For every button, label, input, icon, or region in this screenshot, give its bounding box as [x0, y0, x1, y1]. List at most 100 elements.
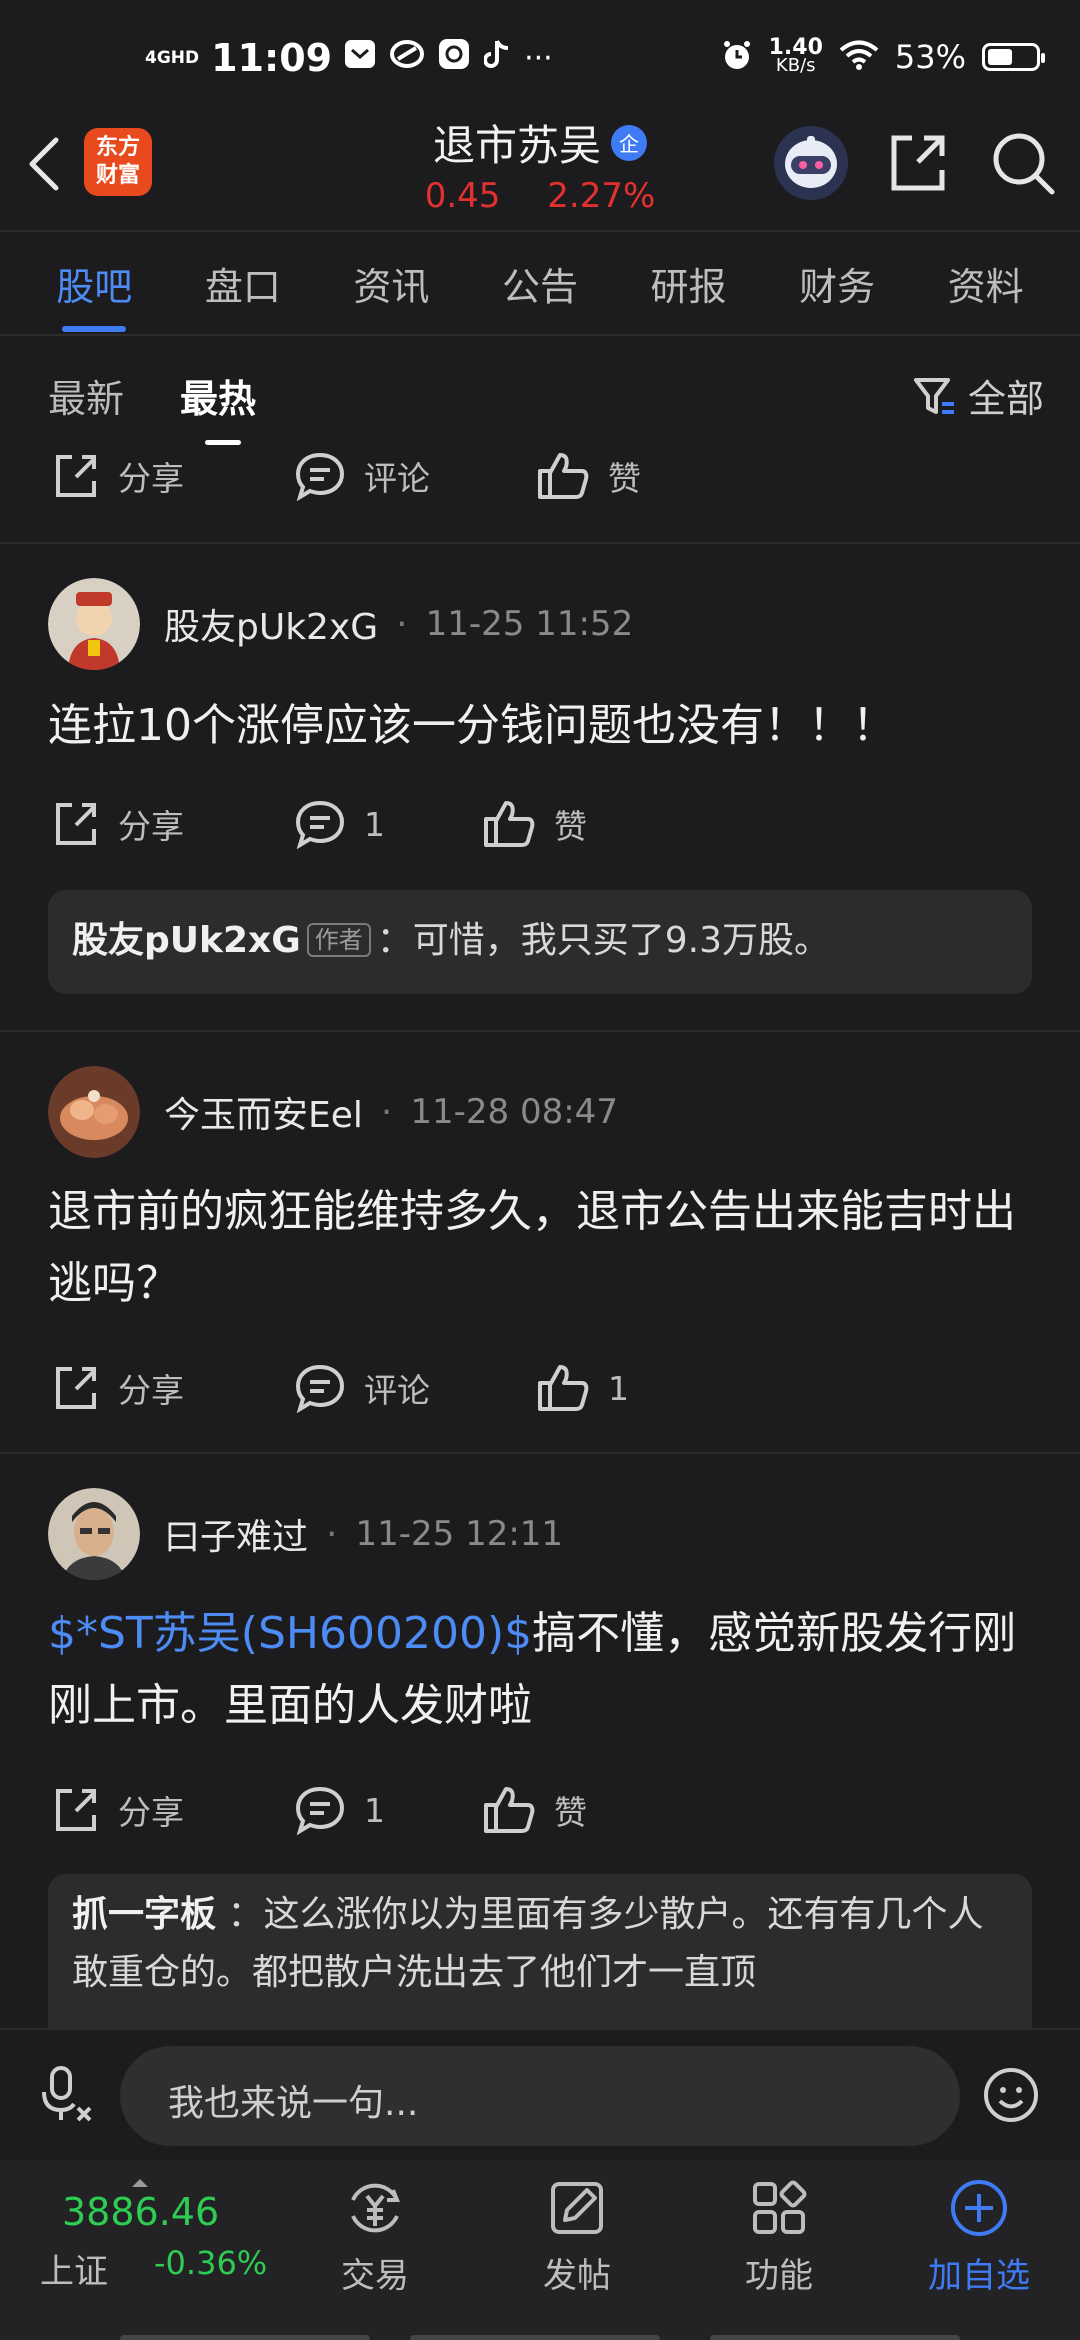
trade-icon	[351, 2183, 400, 2233]
nav-post[interactable]: 发帖	[512, 2176, 642, 2297]
reply-author[interactable]: 股友pUk2xG	[72, 920, 301, 961]
stock-change: 2.27%	[547, 176, 656, 216]
battery-level	[988, 49, 1012, 65]
stock-price: 0.45	[424, 176, 501, 216]
nav-trade[interactable]: 交易	[310, 2176, 440, 2297]
post-time: 11-25 12:11	[355, 1514, 564, 1554]
thumbs-up-icon	[484, 801, 535, 847]
grid-icon	[753, 2180, 807, 2234]
stock-link[interactable]: $*ST苏吴(SH600200)$	[48, 1608, 532, 1659]
status-time: 11:09	[211, 36, 333, 80]
filter-button[interactable]: 全部	[912, 368, 1044, 423]
status-right: 1.40 KB/s 53%	[721, 35, 1045, 76]
post-content[interactable]: 连拉10个涨停应该一分钱问题也没有！！！	[48, 690, 1038, 762]
reply-text: ：可惜，我只买了9.3万股。	[376, 920, 831, 961]
post[interactable]: 曰子难过 · 11-25 12:11	[48, 1488, 563, 1580]
post-author-name[interactable]: 今玉而安Eel	[164, 1086, 363, 1138]
share-action[interactable]: 分享	[50, 799, 184, 849]
like-action[interactable]: 赞	[482, 799, 587, 849]
avatar[interactable]	[48, 1066, 140, 1158]
reply-preview[interactable]: 抓一字板 ：这么涨你以为里面有多少散户。还有有几个人敢重仓的。都把散户洗出去了他…	[48, 1874, 1032, 2030]
sort-latest[interactable]: 最新	[48, 368, 124, 423]
tiktok-icon	[483, 39, 510, 77]
tab-announcements[interactable]: 公告	[502, 250, 578, 330]
like-action[interactable]: 赞	[482, 1785, 587, 1835]
reply-preview[interactable]: 股友pUk2xG 作者 ：可惜，我只买了9.3万股。	[48, 890, 1032, 994]
filter-icon	[913, 377, 954, 414]
comment-icon	[295, 800, 345, 849]
nav-functions[interactable]: 功能	[714, 2176, 844, 2297]
message-icon	[344, 39, 376, 77]
app-notification-icon	[390, 39, 425, 77]
avatar[interactable]	[48, 1488, 140, 1580]
post-content[interactable]: $*ST苏吴(SH600200)$搞不懂，感觉新股发行刚刚上市。里面的人发财啦	[48, 1598, 1038, 1742]
voice-icon	[42, 2066, 92, 2122]
like-action[interactable]: 赞	[536, 451, 641, 501]
comment-input[interactable]: 我也来说一句...	[120, 2046, 960, 2146]
stock-tabs: 股吧 盘口 资讯 公告 研报 财务 资料	[0, 250, 1080, 332]
avatar[interactable]	[48, 578, 140, 670]
post-time: 11-25 11:52	[425, 604, 634, 644]
share-action[interactable]: 分享	[50, 451, 184, 501]
add-circle-icon	[951, 2180, 1007, 2236]
tab-research[interactable]: 研报	[651, 250, 727, 330]
tab-guba[interactable]: 股吧	[56, 250, 132, 332]
tab-profile[interactable]: 资料	[948, 250, 1024, 330]
post-author-name[interactable]: 股友pUk2xG	[164, 598, 378, 650]
author-tag: 作者	[306, 923, 371, 957]
caret-up-icon	[130, 2172, 150, 2191]
post-divider	[0, 1030, 1080, 1032]
thumbs-up-icon	[538, 1365, 589, 1411]
post-time: 11-28 08:47	[410, 1092, 618, 1132]
header-divider	[0, 230, 1080, 232]
post-content[interactable]: 退市前的疯狂能维持多久，退市公告出来能吉时出逃吗？	[48, 1176, 1038, 1320]
voice-input-button[interactable]	[38, 2064, 98, 2124]
post[interactable]: 股友pUk2xG · 11-25 11:52	[48, 578, 633, 670]
share-action[interactable]: 分享	[50, 1363, 184, 1413]
like-action[interactable]: 1	[536, 1363, 629, 1413]
post-divider	[0, 542, 1080, 544]
comment-icon	[295, 1364, 345, 1413]
comment-bar-divider	[0, 2028, 1080, 2030]
network-speed: 1.40 KB/s	[768, 35, 823, 76]
share-icon	[56, 1789, 96, 1831]
post-author-name[interactable]: 曰子难过	[164, 1508, 308, 1560]
share-icon	[56, 803, 96, 845]
sort-hottest[interactable]: 最热	[180, 368, 256, 445]
ai-assistant-avatar[interactable]	[774, 126, 848, 200]
thumbs-up-icon	[484, 1787, 535, 1833]
thumbs-up-icon	[538, 453, 589, 499]
post-actions: 分享 1 赞	[0, 794, 1080, 854]
post-actions: 分享 评论 1	[0, 1358, 1080, 1418]
share-action[interactable]: 分享	[50, 1785, 184, 1835]
status-left: 4GHD 11:09 ···	[145, 36, 553, 80]
comment-action[interactable]: 评论	[294, 451, 430, 501]
like-count: 1	[608, 1368, 629, 1408]
emoji-icon	[984, 2068, 1038, 2122]
prev-post-actions: 分享 评论 赞	[0, 446, 1080, 506]
nav-add-watchlist[interactable]: 加自选	[914, 2176, 1044, 2297]
tab-news[interactable]: 资讯	[353, 250, 429, 330]
comment-icon	[295, 452, 345, 501]
share-button[interactable]	[882, 128, 952, 198]
index-name[interactable]: 上证	[40, 2244, 108, 2293]
comment-count: 1	[364, 1790, 385, 1830]
comment-icon	[295, 1786, 345, 1835]
comment-action[interactable]: 1	[294, 799, 385, 849]
tab-pankou[interactable]: 盘口	[205, 250, 281, 330]
index-value[interactable]: 3886.46	[62, 2190, 219, 2234]
stock-title[interactable]: 退市苏吴 企	[433, 112, 647, 173]
enterprise-badge: 企	[611, 124, 647, 161]
index-change: -0.36%	[154, 2244, 268, 2282]
at-app-icon	[438, 38, 470, 78]
share-icon	[56, 1367, 96, 1409]
battery-icon	[982, 43, 1045, 71]
comment-action[interactable]: 评论	[294, 1363, 430, 1413]
network-indicator: 4GHD	[145, 47, 200, 68]
comment-action[interactable]: 1	[294, 1785, 385, 1835]
tab-finance[interactable]: 财务	[799, 250, 875, 330]
reply-author[interactable]: 抓一字板	[72, 1894, 216, 1935]
post[interactable]: 今玉而安Eel · 11-28 08:47	[48, 1066, 618, 1158]
search-button[interactable]	[988, 128, 1058, 198]
emoji-button[interactable]	[982, 2066, 1040, 2124]
